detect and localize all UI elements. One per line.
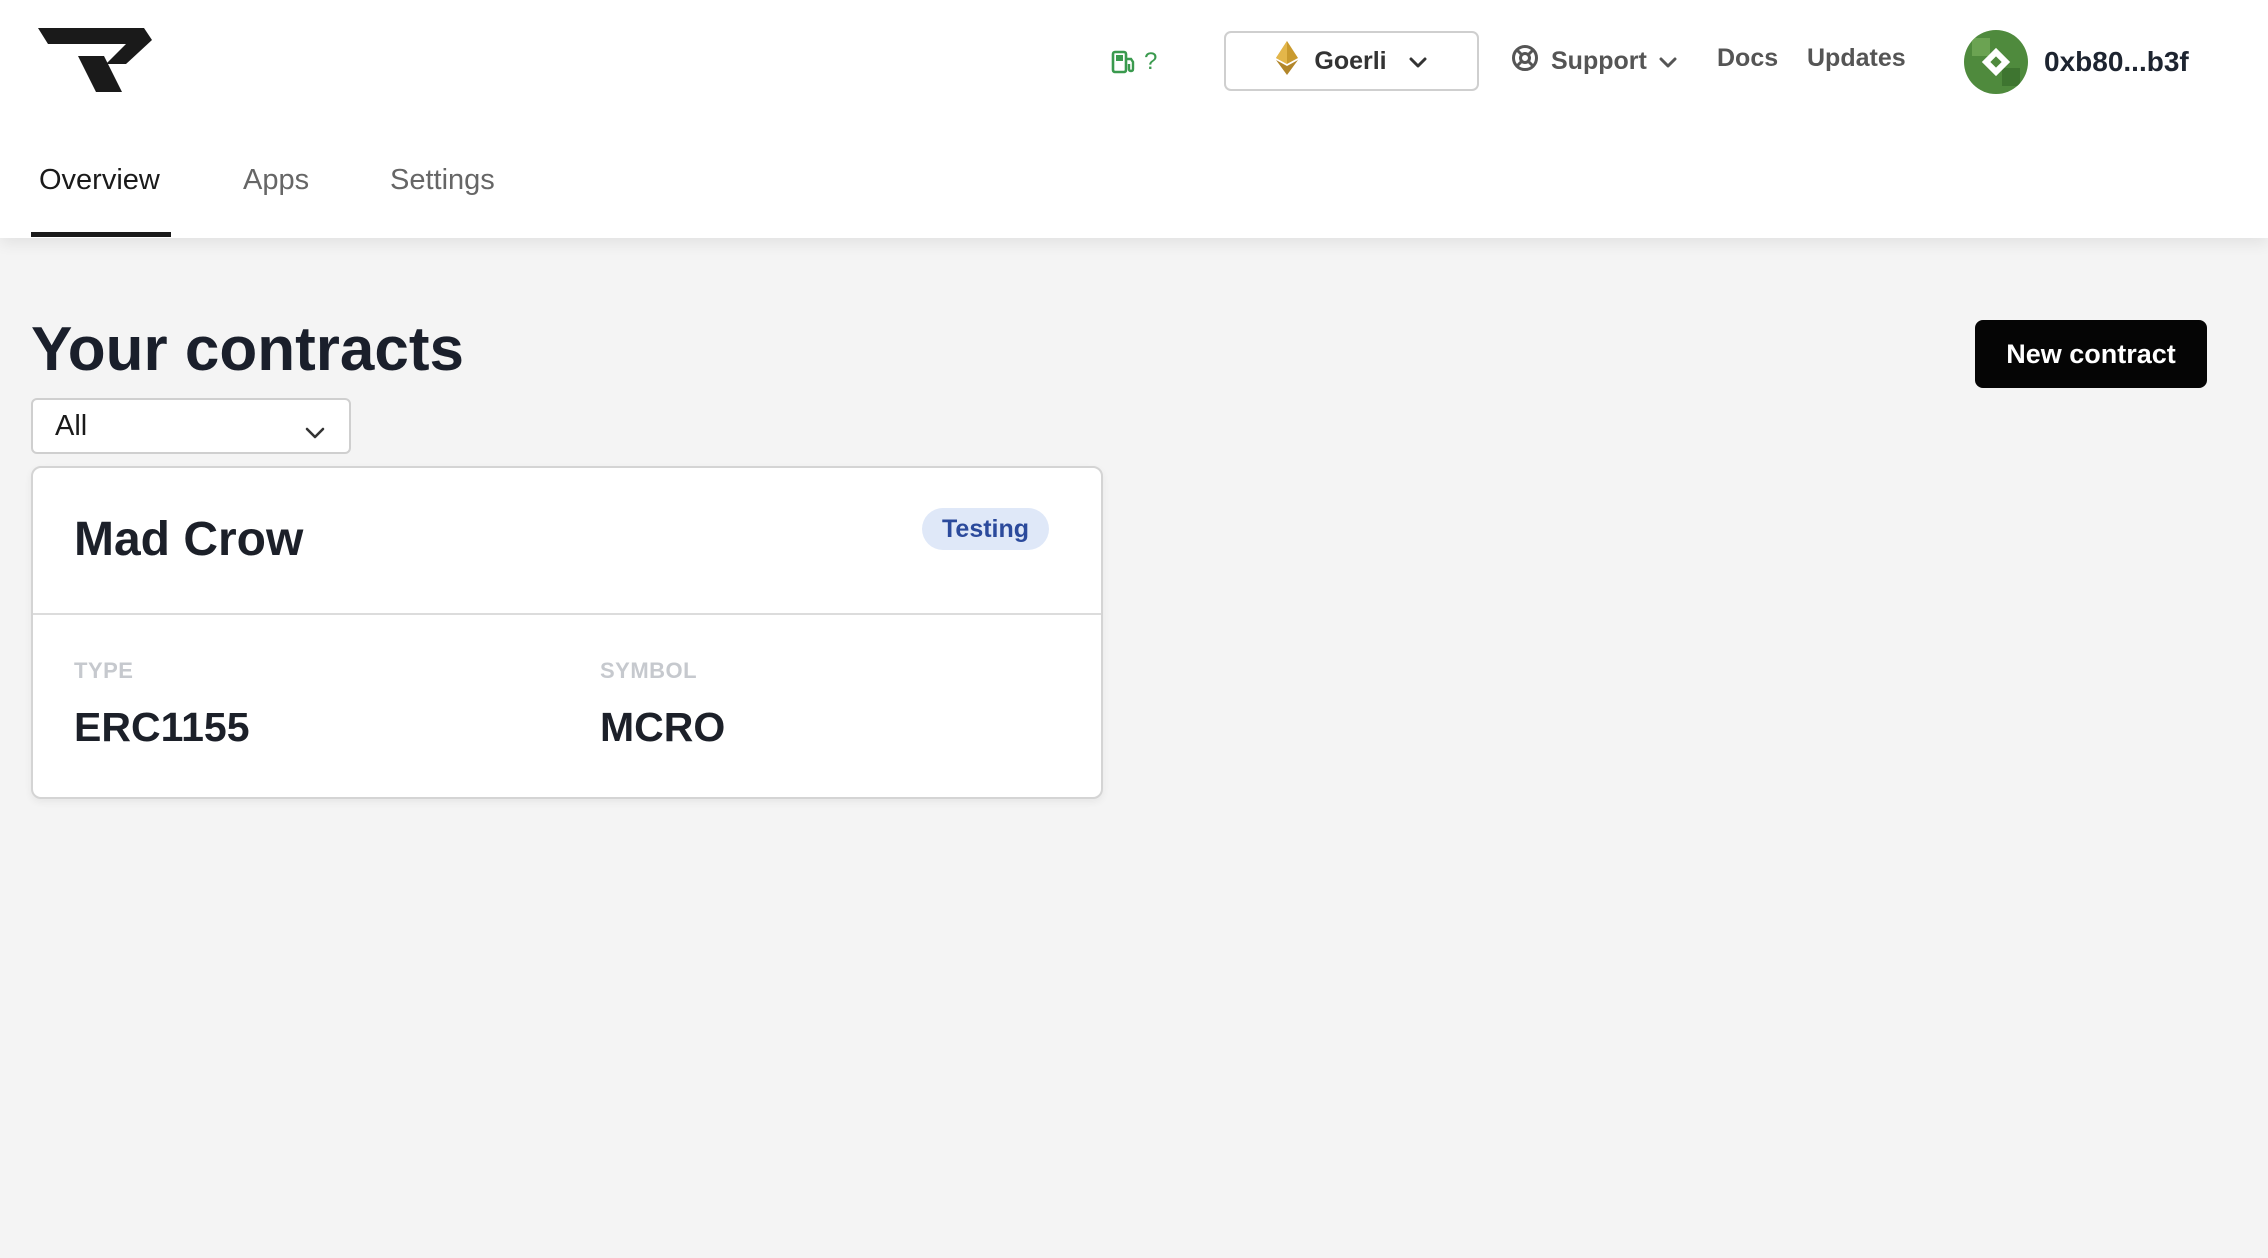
support-menu[interactable]: Support [1511, 44, 1677, 79]
contract-card-header: Mad Crow Testing [33, 468, 1101, 615]
new-contract-button[interactable]: New contract [1975, 320, 2207, 388]
active-tab-indicator [31, 232, 171, 237]
status-badge: Testing [922, 508, 1050, 550]
chevron-down-icon [305, 416, 325, 449]
chevron-down-icon [1659, 47, 1677, 76]
filter-selected-value: All [55, 409, 88, 442]
tab-apps[interactable]: Apps [243, 164, 309, 197]
contract-card[interactable]: Mad Crow Testing TYPE ERC1155 SYMBOL MCR… [31, 466, 1103, 799]
page-title: Your contracts [31, 315, 464, 384]
symbol-label: SYMBOL [600, 658, 698, 683]
top-navigation-bar: ? Goerli Support Docs Updates 0xb80...b3… [0, 0, 2268, 238]
docs-link[interactable]: Docs [1717, 44, 1778, 73]
type-label: TYPE [74, 658, 134, 683]
wallet-address: 0xb80...b3f [2044, 46, 2189, 77]
support-label: Support [1551, 47, 1647, 75]
symbol-value: MCRO [600, 704, 726, 750]
account-menu[interactable]: 0xb80...b3f [1964, 30, 2189, 94]
tab-settings[interactable]: Settings [390, 164, 495, 197]
type-value: ERC1155 [74, 704, 250, 750]
gas-price-value: ? [1144, 48, 1158, 75]
gas-price-indicator[interactable]: ? [1110, 46, 1157, 78]
gas-pump-icon [1110, 48, 1138, 76]
updates-link[interactable]: Updates [1807, 44, 1906, 73]
ethereum-icon [1276, 40, 1299, 82]
network-selector[interactable]: Goerli [1224, 31, 1479, 91]
tab-overview[interactable]: Overview [39, 164, 160, 197]
logo-icon[interactable] [38, 28, 152, 94]
chevron-down-icon [1409, 47, 1427, 76]
contract-name: Mad Crow [74, 513, 304, 566]
network-name: Goerli [1314, 46, 1387, 75]
lifebuoy-icon [1511, 44, 1539, 79]
contract-filter-select[interactable]: All [31, 398, 351, 454]
avatar [1964, 30, 2028, 94]
